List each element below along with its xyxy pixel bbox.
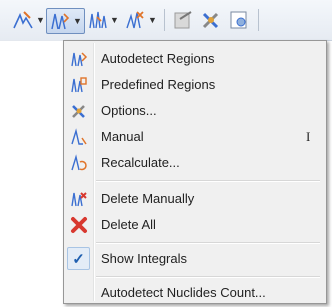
menu-item-predefined-regions[interactable]: Predefined Regions [66, 72, 322, 97]
menu-item-recalculate[interactable]: Recalculate... [66, 150, 322, 175]
menu-separator [96, 180, 320, 182]
menu-item-delete-all[interactable]: Delete All [66, 212, 322, 237]
menu-item-autodetect-nuclides-count[interactable]: Autodetect Nuclides Count... [66, 280, 322, 305]
recalculate-icon [69, 153, 89, 173]
toolbar-separator [164, 9, 165, 31]
menu-separator [96, 276, 320, 278]
toolbar: ▼ ▼ ▼ ▼ [0, 0, 332, 41]
autodetect-regions-icon [69, 49, 89, 69]
menu-item-manual[interactable]: Manual I [66, 124, 322, 149]
regions-icon [51, 13, 70, 30]
report-icon [230, 11, 247, 29]
options-tool-icon [202, 12, 219, 29]
canvas-edge [0, 40, 64, 41]
manual-region-icon [69, 127, 89, 147]
checkmark-icon: ✓ [67, 247, 90, 270]
fit-peaks-button[interactable]: ▼ [12, 8, 45, 32]
menu-item-label: Predefined Regions [101, 77, 216, 92]
delete-manually-icon [69, 189, 89, 209]
toolbar-separator [258, 9, 259, 31]
dropdown-arrow-icon[interactable]: ▼ [110, 15, 119, 25]
menu-item-label: Delete All [101, 217, 156, 232]
dropdown-arrow-icon[interactable]: ▼ [148, 15, 157, 25]
menu-item-label: Show Integrals [101, 251, 187, 266]
edit-tool-button[interactable] [172, 8, 194, 32]
multiplet-button[interactable]: ▼ [86, 8, 119, 32]
menu-item-autodetect-regions[interactable]: Autodetect Regions [66, 46, 322, 71]
menu-item-label: Autodetect Regions [101, 51, 215, 66]
peak-picking-icon [126, 11, 144, 29]
menu-separator [96, 242, 320, 244]
menu-item-show-integrals[interactable]: ✓ Show Integrals [66, 246, 322, 271]
delete-all-icon [69, 215, 89, 235]
dropdown-arrow-icon[interactable]: ▼ [73, 16, 82, 26]
fit-peaks-icon [13, 11, 33, 29]
shortcut-key: I [306, 128, 311, 144]
menu-item-delete-manually[interactable]: Delete Manually [66, 186, 322, 211]
peak-picking-button[interactable]: ▼ [124, 8, 157, 32]
menu-item-label: Autodetect Nuclides Count... [101, 285, 266, 300]
report-button[interactable] [228, 8, 250, 32]
regions-dropdown-menu: Autodetect Regions Predefined Regions Op… [63, 40, 327, 304]
regions-button[interactable]: ▼ [46, 8, 85, 34]
predefined-regions-icon [69, 75, 89, 95]
menu-item-label: Manual [101, 129, 144, 144]
dropdown-arrow-icon[interactable]: ▼ [36, 15, 45, 25]
options-tool-button[interactable] [200, 8, 222, 32]
menu-item-label: Recalculate... [101, 155, 180, 170]
edit-tool-icon [174, 11, 192, 29]
menu-item-options[interactable]: Options... [66, 98, 322, 123]
menu-item-label: Delete Manually [101, 191, 195, 206]
peaks-multiplet-icon [89, 11, 107, 29]
menu-item-label: Options... [101, 103, 157, 118]
options-icon [69, 101, 89, 121]
